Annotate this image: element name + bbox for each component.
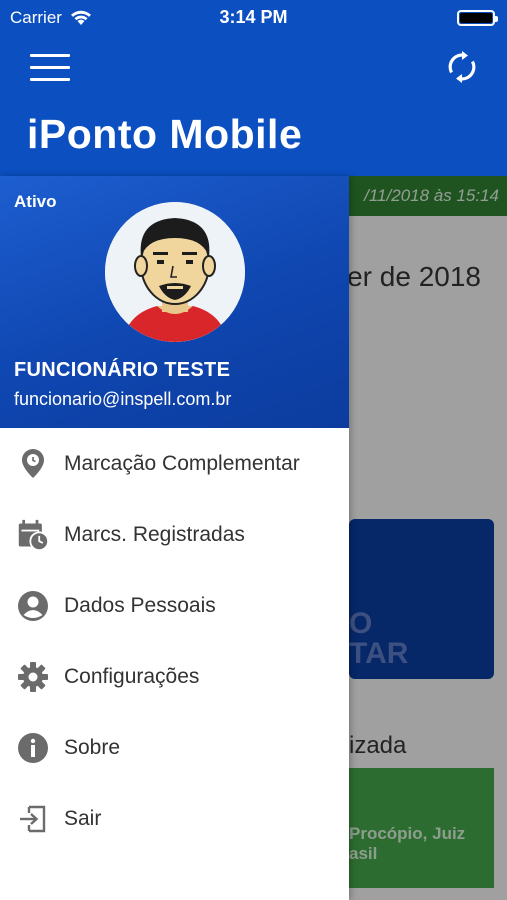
app-header: iPonto Mobile (0, 36, 507, 176)
menu-item-configuracoes[interactable]: Configurações (0, 641, 349, 712)
account-circle-icon (17, 588, 49, 624)
menu-item-marcs-registradas[interactable]: Marcs. Registradas (0, 499, 349, 570)
menu-item-label: Sobre (64, 735, 121, 759)
sync-icon[interactable] (445, 50, 479, 84)
menu-item-label: Marcação Complementar (64, 451, 300, 475)
menu-item-label: Sair (64, 806, 102, 830)
status-bar: Carrier 3:14 PM (0, 0, 507, 36)
drawer-overlay[interactable] (349, 176, 507, 900)
app-title: iPonto Mobile (27, 111, 303, 157)
user-email: funcionario@inspell.com.br (14, 389, 232, 409)
info-icon (17, 730, 49, 766)
gear-icon (17, 659, 49, 695)
avatar-illustration (105, 202, 245, 342)
status-label: Ativo (14, 192, 57, 211)
user-name: FUNCIONÁRIO TESTE (14, 359, 231, 381)
menu-item-label: Marcs. Registradas (64, 522, 245, 546)
drawer-menu: Marcação Complementar Marcs. Registradas (0, 428, 349, 854)
location-pin-icon (17, 446, 49, 482)
hamburger-menu-button[interactable] (30, 54, 70, 84)
menu-item-marcacao-complementar[interactable]: Marcação Complementar (0, 428, 349, 499)
drawer-header: Ativo FUNCIONÁRIO TESTE funcionario@insp… (0, 176, 349, 428)
avatar (105, 202, 245, 342)
logout-icon (17, 801, 49, 837)
clock: 3:14 PM (219, 7, 288, 27)
calendar-clock-icon (17, 517, 49, 553)
menu-item-label: Configurações (64, 664, 200, 688)
menu-item-label: Dados Pessoais (64, 593, 216, 617)
navigation-drawer: Ativo FUNCIONÁRIO TESTE funcionario@insp… (0, 176, 349, 900)
menu-item-dados-pessoais[interactable]: Dados Pessoais (0, 570, 349, 641)
battery-icon (457, 10, 498, 26)
menu-item-sobre[interactable]: Sobre (0, 712, 349, 783)
menu-item-sair[interactable]: Sair (0, 783, 349, 854)
